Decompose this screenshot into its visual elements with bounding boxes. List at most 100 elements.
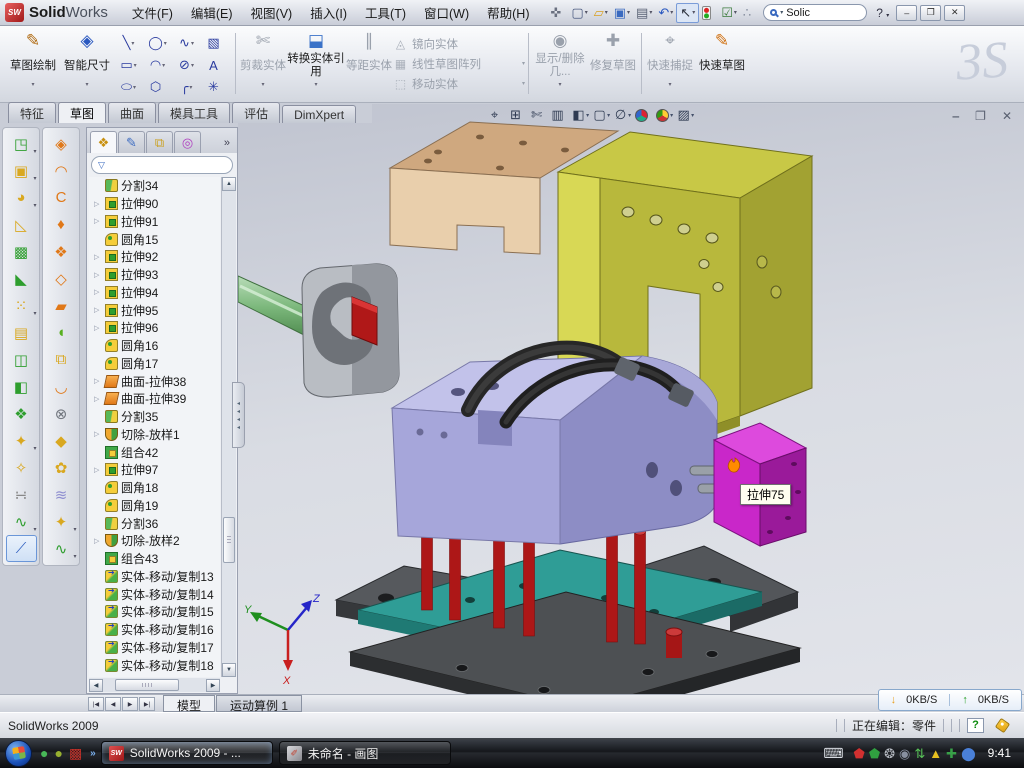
panel-tab[interactable]: ◎ [174, 131, 201, 153]
tree-item[interactable]: ▷ 圆角19 [89, 497, 220, 515]
keyboard-layout-icon[interactable]: ⌨ [823, 745, 843, 762]
expand-arrow-icon[interactable]: ▷ [94, 377, 102, 385]
ribbon-tab[interactable]: 草图 [58, 102, 106, 123]
toolbar-button[interactable]: ◳ ▾ [6, 130, 37, 157]
help-button[interactable]: ? ▾ [872, 6, 893, 20]
toolbar-button[interactable]: ▤ ▾ [6, 319, 37, 346]
toolbar-button[interactable]: C ▾ [46, 184, 77, 211]
expand-arrow-icon[interactable]: ▷ [94, 288, 102, 296]
toolbar-button[interactable]: ◈ ▾ [46, 130, 77, 157]
toolbar-button[interactable]: ↖ ▾ [676, 3, 699, 23]
start-button[interactable] [5, 740, 32, 767]
expand-arrow-icon[interactable]: ▷ [94, 200, 102, 208]
menu-item[interactable]: 窗口(W) [415, 0, 478, 26]
toolbar-button[interactable]: ▤ ▾ [633, 3, 655, 23]
ribbon-tab[interactable]: 曲面 [108, 102, 156, 123]
toolbar-button[interactable]: ▱ ▾ [591, 3, 611, 23]
toolbar-button[interactable]: ◆ ▾ [46, 427, 77, 454]
tray-icon[interactable]: ▲ [929, 747, 942, 760]
quick-launch-icon[interactable]: ● [54, 746, 62, 760]
menu-item[interactable]: 视图(V) [242, 0, 302, 26]
toolbar-button[interactable]: ⁙ ▾ [6, 292, 37, 319]
view-tool-button[interactable]: ∅ ▾ [614, 107, 631, 123]
linear-sketch-pattern-button[interactable]: ▦ 线性草图阵列 ▾ [393, 56, 525, 72]
tree-item[interactable]: ▷ 圆角16 [89, 337, 220, 355]
model-tab[interactable]: 模型 [163, 695, 215, 712]
sketch-entity-button[interactable]: ▭ ▾ [114, 54, 143, 76]
taskbar-task-button[interactable]: ✐ 未命名 - 画图 [279, 741, 451, 765]
quick-launch-icon[interactable]: ▩ [69, 746, 82, 760]
toolbar-button[interactable]: ∿ ▾ [46, 535, 77, 562]
sketch-entity-button[interactable]: ◠ ▾ [143, 54, 172, 76]
view-tool-button[interactable]: ▾ [656, 109, 673, 122]
toolbar-button[interactable]: ◇ ▾ [46, 265, 77, 292]
ribbon-tab[interactable]: 模具工具 [158, 102, 230, 123]
expand-arrow-icon[interactable]: ▷ [94, 217, 102, 225]
expand-arrow-icon[interactable]: ▷ [94, 395, 102, 403]
tree-item[interactable]: ▷ 实体-移动/复制15 [89, 603, 220, 621]
view-tool-button[interactable]: ⊞ ▾ [509, 107, 526, 123]
toolbar-button[interactable]: ⊗ ▾ [46, 400, 77, 427]
tree-item[interactable]: ▷ 拉伸95 [89, 301, 220, 319]
panel-splitter-handle[interactable]: ◂◂ ◂◂ [232, 382, 245, 448]
tray-icon[interactable]: ◉ [899, 747, 910, 760]
minimize-button[interactable]: – [896, 5, 917, 21]
toolbar-button[interactable]: ▾ [699, 3, 718, 23]
quick-tips-icon[interactable]: ? [967, 718, 984, 733]
tree-item[interactable]: ▷ 分割34 [89, 177, 220, 195]
toolbar-button[interactable]: ◕ ▾ [6, 184, 37, 211]
toolbar-button[interactable]: ∿ ▾ [6, 508, 37, 535]
toolbar-button[interactable]: ◣ ▾ [6, 265, 37, 292]
toolbar-button[interactable]: ◖ ▾ [46, 319, 77, 346]
tray-icon[interactable]: ⬤ [961, 747, 976, 760]
toolbar-button[interactable]: ⟋ ▾ [6, 535, 37, 562]
filter-input[interactable] [109, 159, 226, 171]
tab-nav-button[interactable]: |◀ [88, 697, 104, 711]
ribbon-tab[interactable]: 评估 [232, 102, 280, 123]
doc-restore-button[interactable]: ❐ [975, 109, 986, 123]
sketch-entity-button[interactable]: ∿ ▾ [172, 32, 201, 54]
sketch-entity-button[interactable]: ▧ ▾ [201, 32, 230, 54]
tree-item[interactable]: ▷ 实体-移动/复制18 [89, 656, 220, 674]
toolbar-button[interactable]: ∴ ▾ [740, 3, 758, 23]
tree-item[interactable]: ▷ 拉伸92 [89, 248, 220, 266]
graphics-viewport[interactable]: Y Z X ⌖ ▾ ⊞ ▾ ✄ ▾ [238, 104, 1024, 694]
menu-item[interactable]: 帮助(H) [478, 0, 538, 26]
tree-item[interactable]: ▷ 拉伸94 [89, 284, 220, 302]
toolbar-button[interactable]: ▢ ▾ [568, 3, 590, 23]
tree-item[interactable]: ▷ 圆角18 [89, 479, 220, 497]
sketch-entity-button[interactable]: ✳ ▾ [201, 76, 230, 98]
menu-item[interactable]: 插入(I) [301, 0, 356, 26]
smart-dimension-button[interactable]: ◈ 智能尺寸 ▾ [60, 29, 114, 98]
toolbar-button[interactable]: ◫ ▾ [6, 346, 37, 373]
toolbar-button[interactable]: ∺ ▾ [6, 481, 37, 508]
toolbar-button[interactable]: ✧ ▾ [6, 454, 37, 481]
view-tool-button[interactable]: ▾ [635, 109, 652, 122]
model-tab[interactable]: 运动算例 1 [216, 695, 302, 712]
taskbar-clock[interactable]: 9:41 [986, 746, 1019, 760]
expand-arrow-icon[interactable]: ▷ [94, 253, 102, 261]
ribbon-tab[interactable]: 特征 [8, 102, 56, 123]
tab-nav-button[interactable]: ◀ [105, 697, 121, 711]
toolbar-button[interactable]: ◠ ▾ [46, 157, 77, 184]
sketch-button[interactable]: ✎ 草图绘制 ▾ [6, 29, 60, 98]
tree-item[interactable]: ▷ 实体-移动/复制13 [89, 568, 220, 586]
tab-nav-button[interactable]: ▶ [122, 697, 138, 711]
toolbar-button[interactable]: ✜ ▾ [547, 3, 568, 23]
toolbar-button[interactable]: ◧ ▾ [6, 373, 37, 400]
quick-launch-icon[interactable]: ● [40, 746, 48, 760]
sketch-entity-button[interactable]: ╭ ▾ [172, 76, 201, 98]
expand-arrow-icon[interactable]: ▷ [94, 306, 102, 314]
expand-arrow-icon[interactable]: ▷ [94, 271, 102, 279]
toolbar-button[interactable]: ✦ ▾ [6, 427, 37, 454]
doc-minimize-button[interactable]: ‒ [952, 109, 959, 123]
tree-item[interactable]: ▷ 拉伸93 [89, 266, 220, 284]
panel-tabs-overflow-icon[interactable]: » [220, 137, 234, 153]
quick-snaps-button[interactable]: ⌖ 快速捕捉 ▾ [645, 29, 695, 98]
ribbon-tab[interactable]: DimXpert [282, 105, 356, 123]
toolbar-button[interactable]: ☑ ▾ [718, 3, 740, 23]
toolbar-button[interactable]: ♦ ▾ [46, 211, 77, 238]
toolbar-button[interactable]: ◡ ▾ [46, 373, 77, 400]
tree-item[interactable]: ▷ 拉伸91 [89, 213, 220, 231]
menu-item[interactable]: 工具(T) [356, 0, 415, 26]
